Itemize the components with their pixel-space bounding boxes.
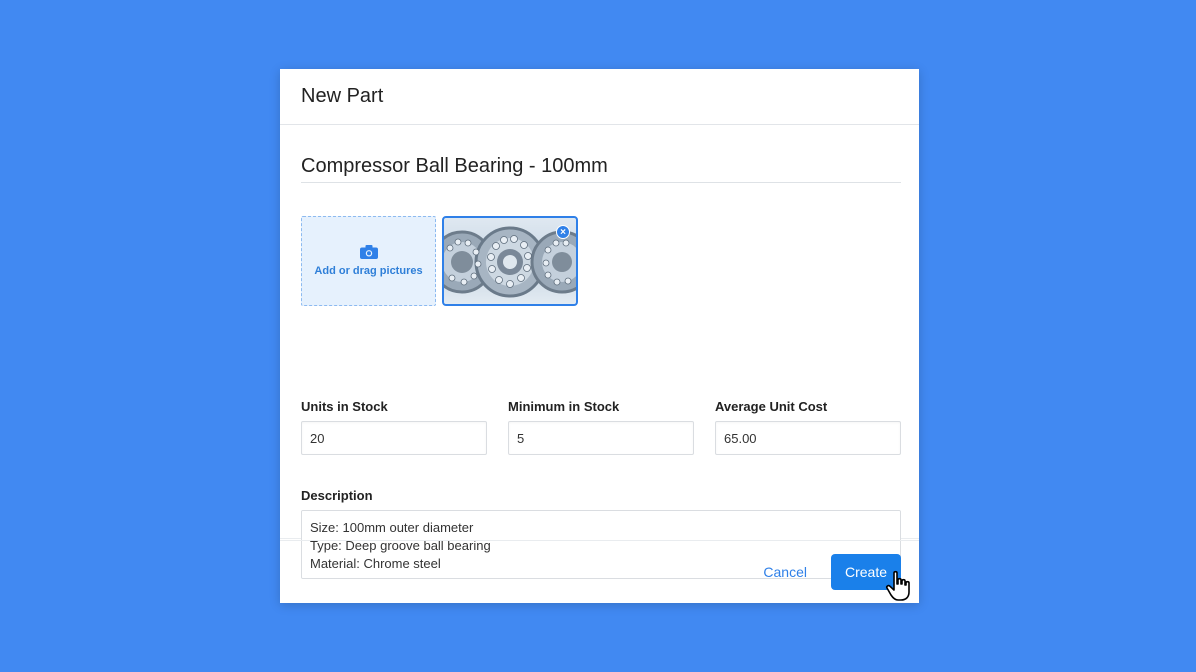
average-unit-cost-input[interactable] xyxy=(715,421,901,455)
picture-thumbnail[interactable]: × xyxy=(442,216,578,306)
part-name-input[interactable] xyxy=(301,155,901,183)
stock-fields: Units in Stock Minimum in Stock Average … xyxy=(301,399,901,455)
remove-picture-button[interactable]: × xyxy=(556,225,570,239)
description-label: Description xyxy=(301,488,373,503)
camera-icon xyxy=(359,245,378,259)
dialog-footer: Cancel Create xyxy=(280,540,919,603)
minimum-in-stock-input[interactable] xyxy=(508,421,694,455)
create-button[interactable]: Create xyxy=(831,554,901,590)
units-in-stock-field: Units in Stock xyxy=(301,399,487,455)
units-in-stock-label: Units in Stock xyxy=(301,399,388,414)
dialog-body: Add or drag pictures xyxy=(280,125,919,579)
dialog-header: New Part xyxy=(280,69,919,125)
new-part-dialog: New Part Add or drag pictures xyxy=(280,69,919,603)
add-pictures-label: Add or drag pictures xyxy=(314,265,423,277)
units-in-stock-input[interactable] xyxy=(301,421,487,455)
dialog-title: New Part xyxy=(301,85,384,107)
minimum-in-stock-field: Minimum in Stock xyxy=(508,399,694,455)
average-unit-cost-field: Average Unit Cost xyxy=(715,399,901,455)
cancel-button[interactable]: Cancel xyxy=(753,556,817,588)
pictures-area: Add or drag pictures × xyxy=(301,216,578,306)
close-icon: × xyxy=(560,227,566,238)
average-unit-cost-label: Average Unit Cost xyxy=(715,399,828,414)
minimum-in-stock-label: Minimum in Stock xyxy=(508,399,620,414)
add-pictures-dropzone[interactable]: Add or drag pictures xyxy=(301,216,436,306)
